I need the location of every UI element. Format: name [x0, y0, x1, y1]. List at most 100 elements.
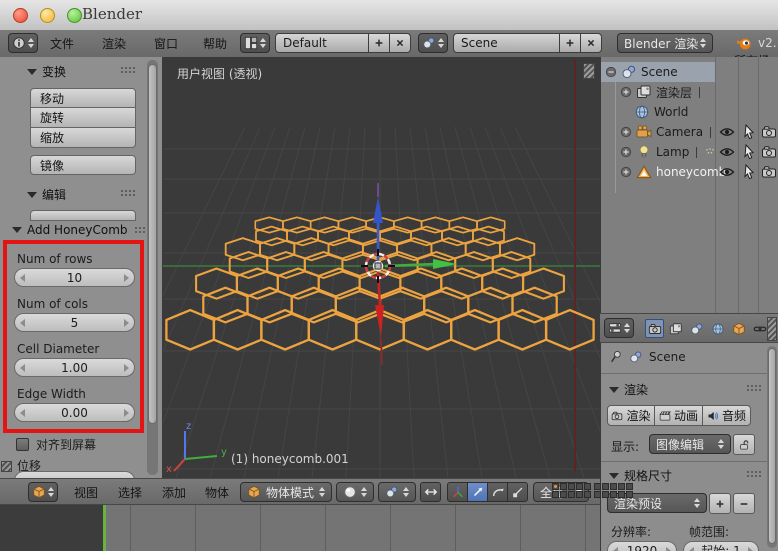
editor-type-properties-selector[interactable]	[604, 318, 634, 338]
panel-header-honeycomb[interactable]: Add HoneyComb	[12, 223, 128, 237]
expand-icon[interactable]	[620, 146, 632, 158]
layer-cell[interactable]	[594, 483, 601, 490]
tab-scene[interactable]	[687, 319, 706, 338]
rotate-button[interactable]: 旋转	[30, 108, 136, 128]
layer-cell[interactable]	[576, 483, 583, 490]
layer-cell[interactable]	[602, 483, 609, 490]
panel-grip-icon[interactable]	[120, 189, 136, 196]
renderability-camera-icon[interactable]	[761, 124, 777, 140]
scene-name-field[interactable]: Scene	[453, 33, 560, 53]
tree-row-world[interactable]: World	[634, 102, 688, 122]
edge-width-slider[interactable]: 0.00	[14, 403, 135, 422]
panel-header-dimensions[interactable]: 规格尺寸	[609, 467, 672, 484]
viewport-3d[interactable]: 用户视图 (透视) (1) honeycomb.001 z y x	[163, 57, 600, 478]
menu-help[interactable]: 帮助	[203, 35, 227, 52]
menu-add[interactable]: 添加	[162, 484, 186, 501]
render-engine-selector[interactable]: Blender 渲染	[617, 33, 713, 53]
panel-grip-icon[interactable]	[746, 384, 762, 391]
selectability-pointer-icon[interactable]	[741, 144, 757, 160]
minimize-window-button[interactable]	[40, 8, 55, 23]
scrollbar-thumb[interactable]	[768, 348, 776, 544]
layer-cell[interactable]	[568, 483, 575, 490]
manipulator-rotate-button[interactable]	[487, 482, 508, 502]
decrement-arrow-icon[interactable]	[20, 318, 25, 327]
expand-icon[interactable]	[620, 166, 632, 178]
increment-arrow-icon[interactable]	[124, 408, 129, 417]
manipulator-translate-button[interactable]	[467, 482, 488, 502]
selectability-pointer-icon[interactable]	[741, 124, 757, 140]
decrement-arrow-icon[interactable]	[20, 408, 25, 417]
selectability-pointer-icon[interactable]	[741, 164, 757, 180]
resolution-x-slider[interactable]: 1920	[607, 541, 677, 551]
tree-row-camera[interactable]: Camera	[620, 122, 714, 142]
layer-cell[interactable]	[576, 491, 583, 498]
layer-cell[interactable]	[584, 483, 591, 490]
close-window-button[interactable]	[13, 8, 28, 23]
num-cols-slider[interactable]: 5	[14, 313, 135, 332]
menu-view[interactable]: 视图	[74, 484, 98, 501]
panel-header-render[interactable]: 渲染	[609, 381, 648, 398]
renderability-camera-icon[interactable]	[761, 144, 777, 160]
menu-select[interactable]: 选择	[118, 484, 142, 501]
menu-render[interactable]: 渲染	[102, 35, 126, 52]
menu-window[interactable]: 窗口	[154, 35, 178, 52]
tree-row-lamp[interactable]: Lamp	[620, 142, 716, 162]
manipulator-tripod-button[interactable]	[447, 482, 468, 502]
panel-grip-icon[interactable]	[120, 66, 136, 73]
tab-render-layers[interactable]	[666, 319, 685, 338]
layer-cell[interactable]	[594, 491, 601, 498]
scene-selector[interactable]	[418, 33, 448, 53]
add-preset-button[interactable]	[709, 493, 731, 514]
translate-button[interactable]: 移动	[30, 88, 136, 108]
increment-arrow-icon[interactable]	[123, 318, 129, 327]
layout-name-field[interactable]: Default	[275, 33, 369, 53]
decrement-arrow-icon[interactable]	[689, 546, 694, 551]
mode-selector[interactable]: 物体模式	[240, 482, 332, 502]
panel-header-transform[interactable]: 变换	[27, 63, 66, 80]
layer-cell[interactable]	[626, 491, 633, 498]
layer-grid-right[interactable]	[594, 483, 633, 498]
manipulator-toggle-button[interactable]	[420, 482, 441, 502]
renderability-camera-icon[interactable]	[761, 164, 777, 180]
scale-button[interactable]: 缩放	[30, 128, 136, 148]
layer-cell[interactable]	[584, 491, 591, 498]
layer-cell[interactable]	[552, 483, 559, 490]
tree-row-scene[interactable]: Scene	[605, 62, 678, 82]
screen-layout-selector[interactable]	[240, 33, 270, 53]
menu-object[interactable]: 物体	[205, 484, 229, 501]
render-animation-button[interactable]: 动画	[655, 405, 703, 426]
expand-icon[interactable]	[620, 126, 632, 138]
increment-arrow-icon[interactable]	[665, 546, 671, 551]
layer-cell[interactable]	[560, 483, 567, 490]
delete-scene-button[interactable]	[581, 33, 602, 53]
decrement-arrow-icon[interactable]	[20, 273, 25, 282]
tool-shelf-scrollbar[interactable]	[147, 60, 158, 475]
scrollbar-thumb[interactable]	[148, 64, 157, 424]
panel-header-edit[interactable]: 编辑	[27, 186, 66, 203]
mirror-button[interactable]: 镜像	[30, 155, 136, 175]
layer-cell[interactable]	[552, 491, 559, 498]
panel-grip-icon[interactable]	[746, 470, 762, 477]
edit-button-partial[interactable]	[30, 210, 136, 221]
layer-visibility-grid[interactable]	[552, 483, 633, 498]
num-rows-slider[interactable]: 10	[14, 268, 135, 287]
tree-row-renderlayers[interactable]: 渲染层	[620, 82, 703, 102]
layer-cell[interactable]	[618, 483, 625, 490]
decrement-arrow-icon[interactable]	[20, 363, 25, 372]
layer-cell[interactable]	[610, 491, 617, 498]
viewport-shading-selector[interactable]	[336, 482, 374, 502]
delete-layout-button[interactable]	[390, 33, 411, 53]
menu-file[interactable]: 文件	[50, 35, 74, 52]
align-to-view-checkbox[interactable]	[16, 438, 29, 451]
expand-icon[interactable]	[620, 86, 632, 98]
tab-render[interactable]	[645, 319, 664, 338]
layer-cell[interactable]	[568, 491, 575, 498]
layer-cell[interactable]	[618, 491, 625, 498]
remove-preset-button[interactable]	[733, 493, 755, 514]
lock-interface-button[interactable]	[733, 434, 755, 455]
corner-resize-widget[interactable]	[1, 461, 12, 472]
add-scene-button[interactable]	[560, 33, 581, 53]
decrement-arrow-icon[interactable]	[613, 546, 618, 551]
collapse-icon[interactable]	[605, 66, 617, 78]
render-still-button[interactable]: 渲染	[607, 405, 655, 426]
